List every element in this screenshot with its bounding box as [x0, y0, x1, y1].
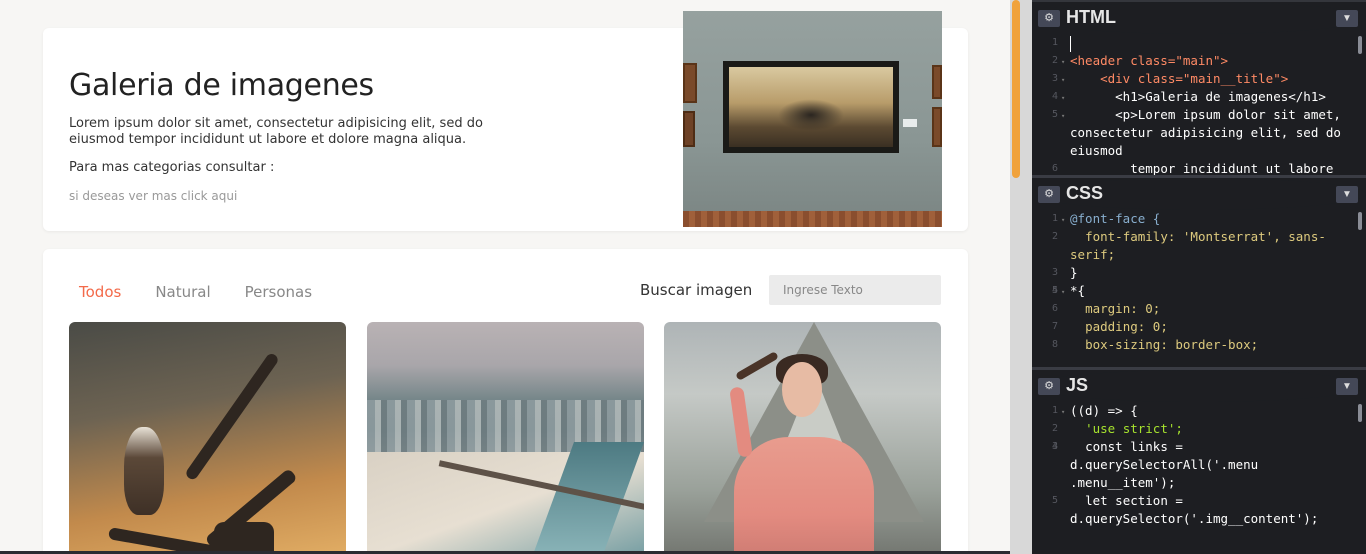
html-editor-scrollbar[interactable]: [1358, 36, 1362, 54]
hero-description: Lorem ipsum dolor sit amet, consectetur …: [69, 116, 483, 147]
css-editor-header: ⚙ CSS ▼: [1032, 178, 1366, 210]
css-editor: ⚙ CSS ▼ 1 ▾ @font-face { 2 font-family: 'M…: [1032, 178, 1366, 370]
more-link[interactable]: si deseas ver mas click aqui: [69, 189, 237, 203]
page-title: Galeria de imagenes: [69, 68, 374, 103]
gallery-card: Todos Natural Personas Buscar imagen: [43, 249, 968, 551]
preview-scrollbar[interactable]: [1012, 0, 1020, 178]
code-line: 6 tempor incididunt ut labore: [1051, 161, 1334, 175]
js-editor-scrollbar[interactable]: [1358, 404, 1362, 422]
chevron-down-icon[interactable]: ▼: [1336, 378, 1358, 395]
html-code-area[interactable]: 1 2 ▾ <header class="main"> 3 ▾ <div class=…: [1032, 34, 1366, 175]
js-editor-header: ⚙ JS ▼: [1032, 370, 1366, 402]
code-line: 1 ▾ ((d) => {: [1051, 403, 1138, 418]
js-editor: ⚙ JS ▼ 1 ▾ ((d) => { 2 'use strict'; 3 4 c…: [1032, 370, 1366, 554]
search-input[interactable]: [769, 275, 941, 305]
search-label: Buscar imagen: [640, 281, 753, 299]
chevron-down-icon[interactable]: ▼: [1336, 10, 1358, 27]
gallery-image-person[interactable]: [664, 322, 941, 551]
museum-hero-image: [683, 11, 942, 227]
js-editor-title: JS: [1066, 375, 1089, 395]
code-line: 1: [1032, 34, 1366, 52]
html-editor-header: ⚙ HTML ▼: [1032, 2, 1366, 34]
code-line: 7 padding: 0;: [1051, 319, 1168, 334]
css-code-area[interactable]: 1 ▾ @font-face { 2 font-family: 'Montserra…: [1032, 210, 1366, 367]
code-line: 1 ▾ @font-face {: [1051, 211, 1161, 226]
chevron-down-icon[interactable]: ▼: [1336, 186, 1358, 203]
menu-item-todos[interactable]: Todos: [79, 283, 121, 301]
code-line: 5 ▾ *{: [1051, 283, 1086, 298]
code-line: 2 'use strict';: [1051, 421, 1183, 436]
code-line: 3}: [1051, 265, 1078, 280]
code-line: 2 font-family: 'Montserrat', sans-serif;: [1051, 229, 1326, 262]
gallery-image-vulture[interactable]: [69, 322, 346, 551]
gallery-image-beach[interactable]: [367, 322, 644, 551]
menu-item-natural[interactable]: Natural: [155, 283, 210, 301]
html-editor: ⚙ HTML ▼ 1 2 ▾ <header class="main"> 3 ▾ <d…: [1032, 0, 1366, 178]
gear-icon[interactable]: ⚙: [1038, 10, 1060, 27]
css-editor-scrollbar[interactable]: [1358, 212, 1362, 230]
js-code-area[interactable]: 1 ▾ ((d) => { 2 'use strict'; 3 4 const li…: [1032, 402, 1366, 554]
code-line: 4 ▾ <h1>Galeria de imagenes</h1>: [1051, 89, 1326, 104]
menu-item-personas[interactable]: Personas: [245, 283, 312, 301]
code-line: 2 ▾ <header class="main">: [1051, 53, 1229, 68]
preview-pane: Galeria de imagenes Lorem ipsum dolor si…: [0, 0, 1010, 551]
gear-icon[interactable]: ⚙: [1038, 378, 1060, 395]
code-line: 4 const links = d.querySelectorAll('.men…: [1051, 439, 1266, 490]
code-line: 5 ▾ <p>Lorem ipsum dolor sit amet, consec…: [1051, 107, 1349, 158]
code-line: 5 let section = d.querySelector('.img__c…: [1051, 493, 1319, 526]
html-editor-title: HTML: [1066, 7, 1116, 27]
code-line: 6 margin: 0;: [1051, 301, 1161, 316]
gear-icon[interactable]: ⚙: [1038, 186, 1060, 203]
css-editor-title: CSS: [1066, 183, 1104, 203]
category-menu: Todos Natural Personas: [79, 283, 312, 301]
code-line: 8 box-sizing: border-box;: [1051, 337, 1259, 352]
code-line: 3 ▾ <div class="main__title">: [1051, 71, 1289, 86]
categories-text: Para mas categorias consultar :: [69, 160, 275, 175]
